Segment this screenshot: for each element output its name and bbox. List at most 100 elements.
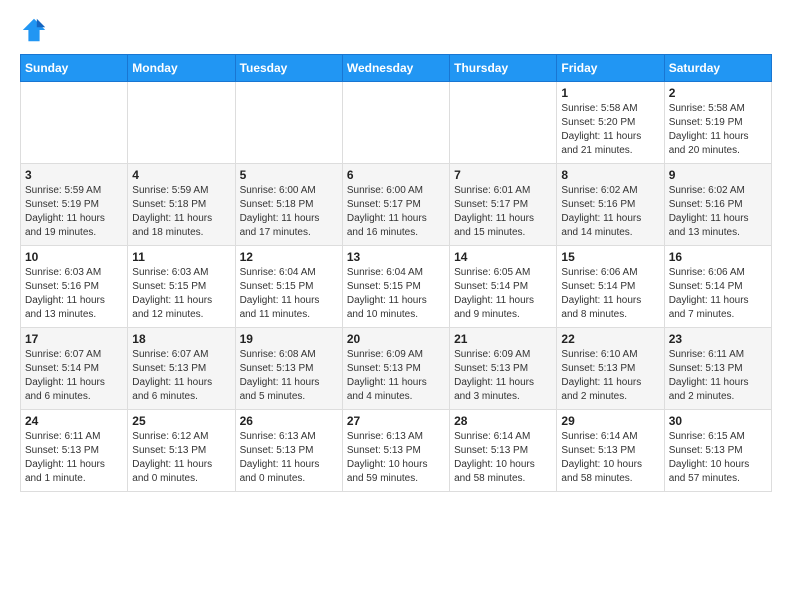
day-number: 15 [561, 250, 659, 264]
day-number: 12 [240, 250, 338, 264]
day-info: Sunrise: 5:59 AM Sunset: 5:18 PM Dayligh… [132, 184, 230, 240]
calendar-cell: 30 Sunrise: 6:15 AM Sunset: 5:13 PM Dayli… [664, 410, 771, 492]
calendar-cell: 28Sunrise: 6:14 AM Sunset: 5:13 PM Dayli… [450, 410, 557, 492]
day-info: Sunrise: 6:03 AM Sunset: 5:16 PM Dayligh… [25, 266, 123, 322]
day-number: 16 [669, 250, 767, 264]
day-info: Sunrise: 6:02 AM Sunset: 5:16 PM Dayligh… [669, 184, 767, 240]
calendar-cell: 16 Sunrise: 6:06 AM Sunset: 5:14 PM Dayli… [664, 246, 771, 328]
day-number: 26 [240, 414, 338, 428]
calendar-cell: 15 Sunrise: 6:06 AM Sunset: 5:14 PM Dayli… [557, 246, 664, 328]
calendar-cell: 26 Sunrise: 6:13 AM Sunset: 5:13 PM Dayli… [235, 410, 342, 492]
calendar-cell [235, 82, 342, 164]
day-info: Sunrise: 6:08 AM Sunset: 5:13 PM Dayligh… [240, 348, 338, 404]
day-info: Sunrise: 6:00 AM Sunset: 5:17 PM Dayligh… [347, 184, 445, 240]
calendar-row: 3 Sunrise: 5:59 AM Sunset: 5:19 PM Daylig… [21, 164, 772, 246]
calendar-cell: 2 Sunrise: 5:58 AM Sunset: 5:19 PM Daylig… [664, 82, 771, 164]
day-info: Sunrise: 6:14 AM Sunset: 5:13 PM Dayligh… [454, 430, 552, 486]
calendar-cell: 23 Sunrise: 6:11 AM Sunset: 5:13 PM Dayli… [664, 328, 771, 410]
day-number: 24 [25, 414, 123, 428]
logo-icon [20, 16, 48, 44]
day-info: Sunrise: 6:15 AM Sunset: 5:13 PM Dayligh… [669, 430, 767, 486]
calendar-cell: 11Sunrise: 6:03 AM Sunset: 5:15 PM Dayli… [128, 246, 235, 328]
header [20, 16, 772, 44]
day-number: 29 [561, 414, 659, 428]
day-number: 10 [25, 250, 123, 264]
day-info: Sunrise: 6:01 AM Sunset: 5:17 PM Dayligh… [454, 184, 552, 240]
day-number: 3 [25, 168, 123, 182]
day-info: Sunrise: 6:05 AM Sunset: 5:14 PM Dayligh… [454, 266, 552, 322]
calendar-cell: 25Sunrise: 6:12 AM Sunset: 5:13 PM Dayli… [128, 410, 235, 492]
weekday-header: Thursday [450, 55, 557, 82]
day-info: Sunrise: 6:07 AM Sunset: 5:13 PM Dayligh… [132, 348, 230, 404]
calendar-cell: 7 Sunrise: 6:01 AM Sunset: 5:17 PM Daylig… [450, 164, 557, 246]
calendar-cell [450, 82, 557, 164]
day-number: 17 [25, 332, 123, 346]
day-number: 30 [669, 414, 767, 428]
calendar-cell [128, 82, 235, 164]
weekday-header: Friday [557, 55, 664, 82]
day-number: 14 [454, 250, 552, 264]
calendar-cell: 19 Sunrise: 6:08 AM Sunset: 5:13 PM Dayli… [235, 328, 342, 410]
day-info: Sunrise: 6:13 AM Sunset: 5:13 PM Dayligh… [240, 430, 338, 486]
page: SundayMondayTuesdayWednesdayThursdayFrid… [0, 0, 792, 508]
calendar-cell: 18Sunrise: 6:07 AM Sunset: 5:13 PM Dayli… [128, 328, 235, 410]
weekday-header: Sunday [21, 55, 128, 82]
weekday-header: Saturday [664, 55, 771, 82]
logo [20, 16, 52, 44]
calendar-table: SundayMondayTuesdayWednesdayThursdayFrid… [20, 54, 772, 492]
calendar-cell: 21 Sunrise: 6:09 AM Sunset: 5:13 PM Dayli… [450, 328, 557, 410]
day-number: 6 [347, 168, 445, 182]
calendar-header-row: SundayMondayTuesdayWednesdayThursdayFrid… [21, 55, 772, 82]
calendar-cell [21, 82, 128, 164]
weekday-header: Monday [128, 55, 235, 82]
calendar-cell: 6 Sunrise: 6:00 AM Sunset: 5:17 PM Daylig… [342, 164, 449, 246]
calendar-cell: 22 Sunrise: 6:10 AM Sunset: 5:13 PM Dayli… [557, 328, 664, 410]
day-info: Sunrise: 6:13 AM Sunset: 5:13 PM Dayligh… [347, 430, 445, 486]
day-info: Sunrise: 5:58 AM Sunset: 5:19 PM Dayligh… [669, 102, 767, 158]
day-info: Sunrise: 6:11 AM Sunset: 5:13 PM Dayligh… [25, 430, 123, 486]
calendar-cell: 29 Sunrise: 6:14 AM Sunset: 5:13 PM Dayli… [557, 410, 664, 492]
calendar-cell: 24 Sunrise: 6:11 AM Sunset: 5:13 PM Dayli… [21, 410, 128, 492]
day-info: Sunrise: 6:11 AM Sunset: 5:13 PM Dayligh… [669, 348, 767, 404]
calendar-row: 17 Sunrise: 6:07 AM Sunset: 5:14 PM Dayli… [21, 328, 772, 410]
day-info: Sunrise: 6:00 AM Sunset: 5:18 PM Dayligh… [240, 184, 338, 240]
weekday-header: Wednesday [342, 55, 449, 82]
calendar-cell: 3 Sunrise: 5:59 AM Sunset: 5:19 PM Daylig… [21, 164, 128, 246]
day-info: Sunrise: 6:06 AM Sunset: 5:14 PM Dayligh… [669, 266, 767, 322]
day-number: 5 [240, 168, 338, 182]
calendar-cell: 20Sunrise: 6:09 AM Sunset: 5:13 PM Dayli… [342, 328, 449, 410]
day-number: 19 [240, 332, 338, 346]
day-number: 4 [132, 168, 230, 182]
day-info: Sunrise: 5:59 AM Sunset: 5:19 PM Dayligh… [25, 184, 123, 240]
day-number: 27 [347, 414, 445, 428]
calendar-cell: 17 Sunrise: 6:07 AM Sunset: 5:14 PM Dayli… [21, 328, 128, 410]
calendar-cell: 12 Sunrise: 6:04 AM Sunset: 5:15 PM Dayli… [235, 246, 342, 328]
day-info: Sunrise: 6:10 AM Sunset: 5:13 PM Dayligh… [561, 348, 659, 404]
calendar-row: 10 Sunrise: 6:03 AM Sunset: 5:16 PM Dayli… [21, 246, 772, 328]
day-info: Sunrise: 6:09 AM Sunset: 5:13 PM Dayligh… [454, 348, 552, 404]
day-info: Sunrise: 5:58 AM Sunset: 5:20 PM Dayligh… [561, 102, 659, 158]
calendar-row: 24 Sunrise: 6:11 AM Sunset: 5:13 PM Dayli… [21, 410, 772, 492]
day-number: 2 [669, 86, 767, 100]
day-info: Sunrise: 6:12 AM Sunset: 5:13 PM Dayligh… [132, 430, 230, 486]
calendar-cell: 27 Sunrise: 6:13 AM Sunset: 5:13 PM Dayli… [342, 410, 449, 492]
calendar-cell: 4 Sunrise: 5:59 AM Sunset: 5:18 PM Daylig… [128, 164, 235, 246]
day-number: 21 [454, 332, 552, 346]
day-info: Sunrise: 6:14 AM Sunset: 5:13 PM Dayligh… [561, 430, 659, 486]
calendar-cell: 9 Sunrise: 6:02 AM Sunset: 5:16 PM Daylig… [664, 164, 771, 246]
day-info: Sunrise: 6:04 AM Sunset: 5:15 PM Dayligh… [347, 266, 445, 322]
day-number: 23 [669, 332, 767, 346]
calendar-row: 1 Sunrise: 5:58 AM Sunset: 5:20 PM Daylig… [21, 82, 772, 164]
day-number: 1 [561, 86, 659, 100]
day-info: Sunrise: 6:04 AM Sunset: 5:15 PM Dayligh… [240, 266, 338, 322]
day-number: 22 [561, 332, 659, 346]
calendar-cell: 8Sunrise: 6:02 AM Sunset: 5:16 PM Daylig… [557, 164, 664, 246]
day-number: 9 [669, 168, 767, 182]
day-info: Sunrise: 6:07 AM Sunset: 5:14 PM Dayligh… [25, 348, 123, 404]
day-number: 11 [132, 250, 230, 264]
calendar-cell: 14 Sunrise: 6:05 AM Sunset: 5:14 PM Dayli… [450, 246, 557, 328]
day-info: Sunrise: 6:02 AM Sunset: 5:16 PM Dayligh… [561, 184, 659, 240]
day-number: 7 [454, 168, 552, 182]
calendar-cell: 13Sunrise: 6:04 AM Sunset: 5:15 PM Dayli… [342, 246, 449, 328]
day-info: Sunrise: 6:06 AM Sunset: 5:14 PM Dayligh… [561, 266, 659, 322]
